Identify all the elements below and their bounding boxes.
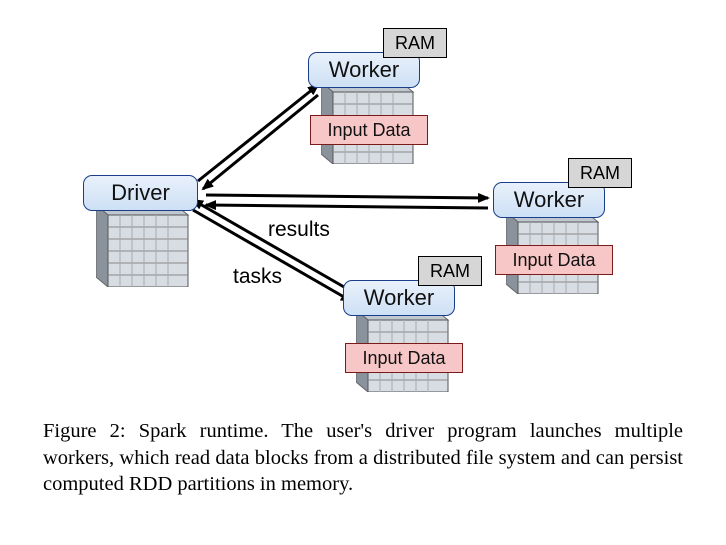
- input-data-box: Input Data: [495, 245, 613, 275]
- spark-runtime-diagram: Driver: [43, 10, 683, 400]
- ram-box: RAM: [383, 28, 447, 58]
- input-data-box: Input Data: [345, 343, 463, 373]
- edge-label-tasks: tasks: [233, 265, 282, 289]
- edge-label-results: results: [268, 218, 330, 242]
- canvas: Driver: [0, 10, 726, 545]
- ram-box: RAM: [568, 158, 632, 188]
- ram-box: RAM: [418, 256, 482, 286]
- input-data-box: Input Data: [310, 115, 428, 145]
- figure-caption: Figure 2: Spark runtime. The user's driv…: [43, 418, 683, 498]
- driver-label: Driver: [83, 175, 198, 211]
